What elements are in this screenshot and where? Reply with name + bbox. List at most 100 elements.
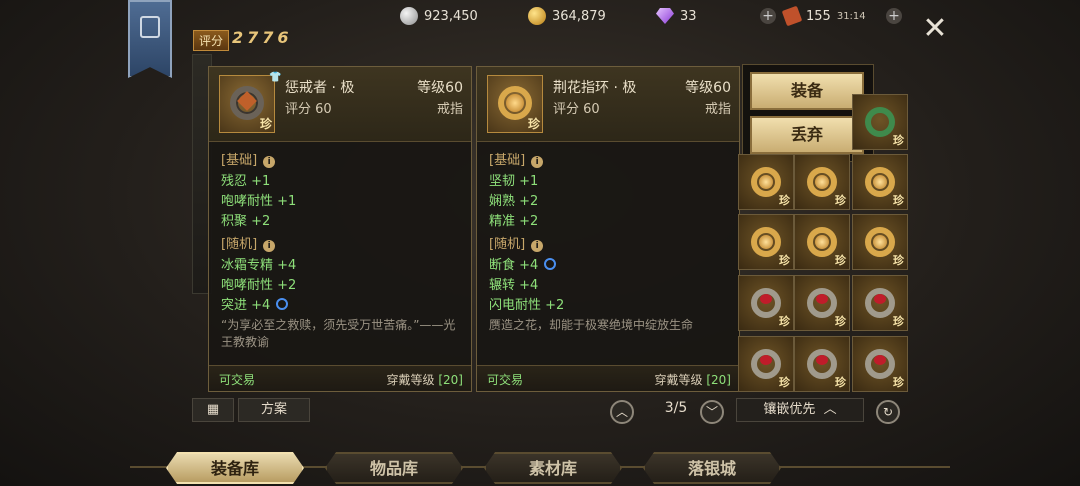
random-stat: 突进 +4 [221, 294, 289, 313]
score-value: 2776 [232, 28, 293, 47]
inventory-slot[interactable]: 珍 [852, 94, 908, 150]
ruby-ring-icon [865, 349, 895, 379]
ruby-ring-icon [807, 349, 837, 379]
silver-coin-icon [400, 7, 418, 25]
item-header: 珍 荆花指环 · 极 等级60 评分 60 戒指 [477, 67, 739, 142]
inventory-slot[interactable]: 珍 [738, 275, 794, 331]
ring-icon [230, 86, 264, 120]
base-stat: 咆哮耐性 +1 [221, 194, 297, 209]
tradable-label: 可交易 [487, 373, 524, 387]
item-type: 戒指 [436, 102, 463, 117]
info-icon[interactable]: i [531, 156, 544, 168]
gold-amount: 364,879 [552, 8, 606, 24]
inventory-slot[interactable]: 珍 [738, 154, 794, 210]
base-section-title: [基础] i [489, 149, 544, 168]
item-tooltip-selected: 珍 荆花指环 · 极 等级60 评分 60 戒指 [基础] i 坚韧 +1 娴熟 … [476, 66, 740, 392]
item-header: 珍 👕 惩戒者 · 极 等级60 评分 60 戒指 [209, 67, 471, 142]
rose-ring-icon [865, 227, 895, 257]
rose-ring-icon [751, 227, 781, 257]
discard-button[interactable]: 丢弃 [750, 116, 864, 154]
random-section-title: [随机] i [221, 233, 276, 252]
item-footer: 可交易 穿戴等级 [20] [209, 365, 471, 391]
item-type: 戒指 [704, 102, 731, 117]
wear-level-requirement: 穿戴等级 [20] [654, 373, 731, 387]
wear-level-requirement: 穿戴等级 [20] [386, 373, 463, 387]
inventory-slot[interactable]: 珍 [852, 336, 908, 392]
inventory-slot[interactable]: 珍 [852, 214, 908, 270]
plan-button[interactable]: 方案 [238, 398, 310, 422]
add-diamond-icon[interactable]: + [760, 8, 776, 24]
ruby-ring-icon [807, 288, 837, 318]
inventory-slot[interactable]: 珍 [852, 154, 908, 210]
random-stat: 断食 +4 [489, 254, 557, 273]
item-level: 等级60 [685, 80, 731, 96]
random-stat: 冰霜专精 +4 [221, 258, 297, 273]
diamond-amount: 33 [680, 8, 697, 24]
item-flavor-text: 赝造之花，却能于极寒绝境中绽放生命 [489, 318, 694, 332]
random-stat: 辗转 +4 [489, 278, 539, 293]
refresh-icon[interactable]: ↻ [876, 400, 900, 424]
chevron-up-icon: ︿ [819, 402, 837, 417]
base-stat: 坚韧 +1 [489, 174, 539, 189]
diamond-currency: 33 [656, 6, 697, 26]
item-flavor-text: “为享必至之救赎，须先受万世苦痛。”——光王教教谕 [221, 318, 456, 349]
random-stat: 闪电耐性 +2 [489, 298, 565, 313]
item-score: 评分 60 [285, 102, 332, 117]
rose-ring-icon [498, 86, 532, 120]
tab-materials[interactable]: 素材库 [484, 452, 622, 484]
silver-amount: 923,450 [424, 8, 478, 24]
base-stat: 精准 +2 [489, 214, 539, 229]
item-score: 评分 60 [553, 102, 600, 117]
equip-button[interactable]: 装备 [750, 72, 864, 110]
ticket-currency: 155 31:14 [781, 5, 866, 27]
item-tooltip-current: 珍 👕 惩戒者 · 极 等级60 评分 60 戒指 [基础] i 残忍 +1 咆哮… [208, 66, 472, 392]
close-icon[interactable]: ✕ [922, 14, 948, 44]
page-up-icon[interactable]: ︿ [610, 400, 634, 424]
inventory-slot[interactable]: 珍 [738, 336, 794, 392]
page-indicator: 3/5 [664, 400, 688, 416]
gold-currency: 364,879 [528, 6, 606, 26]
info-icon[interactable]: i [263, 240, 276, 252]
grid-view-button[interactable]: ▦ [192, 398, 234, 422]
reroll-icon [276, 298, 289, 310]
rarity-badge: 珍 [527, 117, 540, 131]
inventory-slot[interactable]: 珍 [794, 275, 850, 331]
rose-ring-icon [807, 227, 837, 257]
add-ticket-icon[interactable]: + [886, 8, 902, 24]
sort-dropdown[interactable]: 镶嵌优先 ︿ [736, 398, 864, 422]
info-icon[interactable]: i [263, 156, 276, 168]
item-name: 惩戒者 · 极 [285, 80, 355, 96]
base-stat: 积聚 +2 [221, 214, 271, 229]
jade-ring-icon [865, 107, 895, 137]
ticket-icon [781, 5, 803, 27]
inventory-slot[interactable]: 珍 [794, 154, 850, 210]
score-label: 评分 [193, 30, 230, 51]
item-icon: 珍 [487, 75, 543, 133]
tab-items[interactable]: 物品库 [325, 452, 463, 484]
rarity-badge: 珍 [259, 117, 272, 131]
inventory-slot[interactable]: 珍 [794, 214, 850, 270]
random-section-title: [随机] i [489, 233, 544, 252]
inventory-slot[interactable]: 珍 [738, 214, 794, 270]
guild-banner [128, 0, 172, 78]
tab-equipment[interactable]: 装备库 [166, 452, 304, 484]
base-stat: 娴熟 +2 [489, 194, 539, 209]
tab-luoyin-city[interactable]: 落银城 [643, 452, 781, 484]
ruby-ring-icon [751, 288, 781, 318]
tradable-label: 可交易 [219, 373, 256, 387]
item-level: 等级60 [417, 80, 463, 96]
ticket-timer: 31:14 [836, 10, 866, 22]
diamond-icon [656, 8, 674, 24]
rose-ring-icon [751, 167, 781, 197]
rose-ring-icon [807, 167, 837, 197]
inventory-slot[interactable]: 珍 [852, 275, 908, 331]
ruby-ring-icon [751, 349, 781, 379]
rose-ring-icon [865, 167, 895, 197]
silver-currency: 923,450 [400, 6, 478, 26]
info-icon[interactable]: i [531, 240, 544, 252]
ticket-amount: 155 [806, 8, 831, 24]
page-down-icon[interactable]: ﹀ [700, 400, 724, 424]
item-name: 荆花指环 · 极 [553, 80, 637, 96]
inventory-slot[interactable]: 珍 [794, 336, 850, 392]
base-stat: 残忍 +1 [221, 174, 271, 189]
